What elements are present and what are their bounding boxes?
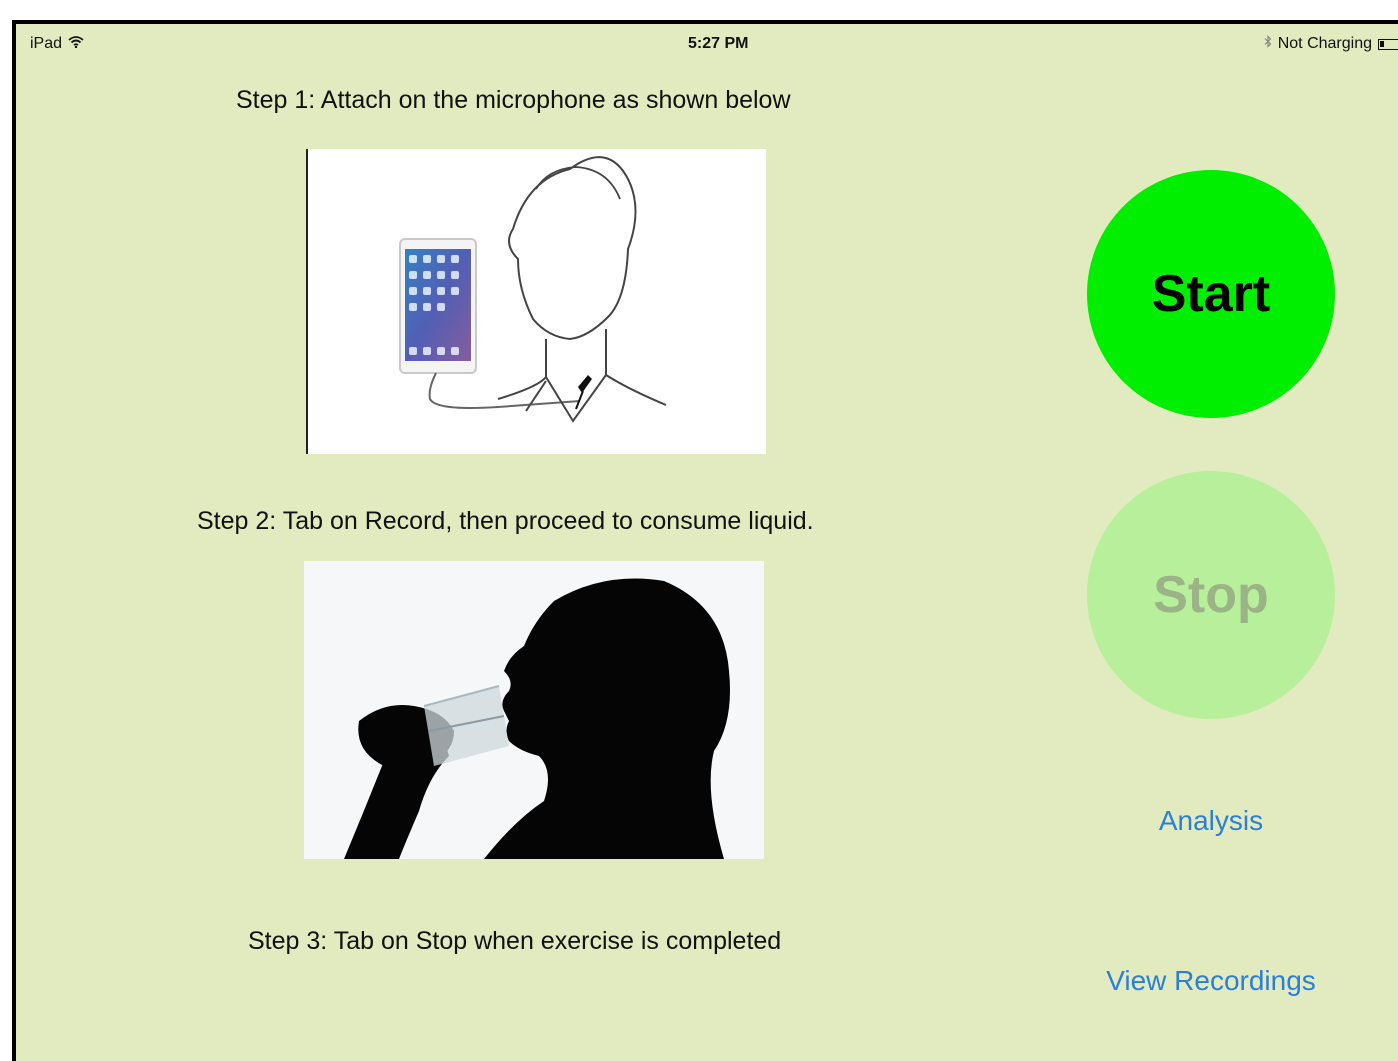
view-recordings-link[interactable]: View Recordings	[1051, 965, 1371, 997]
microphone-attach-illustration	[306, 149, 766, 454]
step1-instruction: Step 1: Attach on the microphone as show…	[236, 86, 791, 114]
status-right: Not Charging	[1264, 35, 1398, 53]
bluetooth-icon	[1264, 35, 1272, 53]
wifi-icon	[68, 35, 84, 53]
app-screen: iPad 5:27 PM Not Charging Step 1: Attach…	[12, 20, 1398, 1061]
drinking-silhouette-image	[304, 561, 764, 859]
battery-status-label: Not Charging	[1277, 35, 1372, 52]
status-bar: iPad 5:27 PM Not Charging	[16, 24, 1398, 62]
start-button[interactable]: Start	[1087, 170, 1335, 418]
step3-instruction: Step 3: Tab on Stop when exercise is com…	[248, 927, 782, 955]
device-label: iPad	[30, 35, 63, 52]
stop-button[interactable]: Stop	[1087, 471, 1335, 719]
status-left: iPad	[30, 35, 84, 53]
step2-instruction: Step 2: Tab on Record, then proceed to c…	[197, 507, 814, 535]
status-time: 5:27 PM	[688, 35, 749, 52]
analysis-link[interactable]: Analysis	[1051, 805, 1371, 837]
battery-icon	[1378, 38, 1398, 50]
